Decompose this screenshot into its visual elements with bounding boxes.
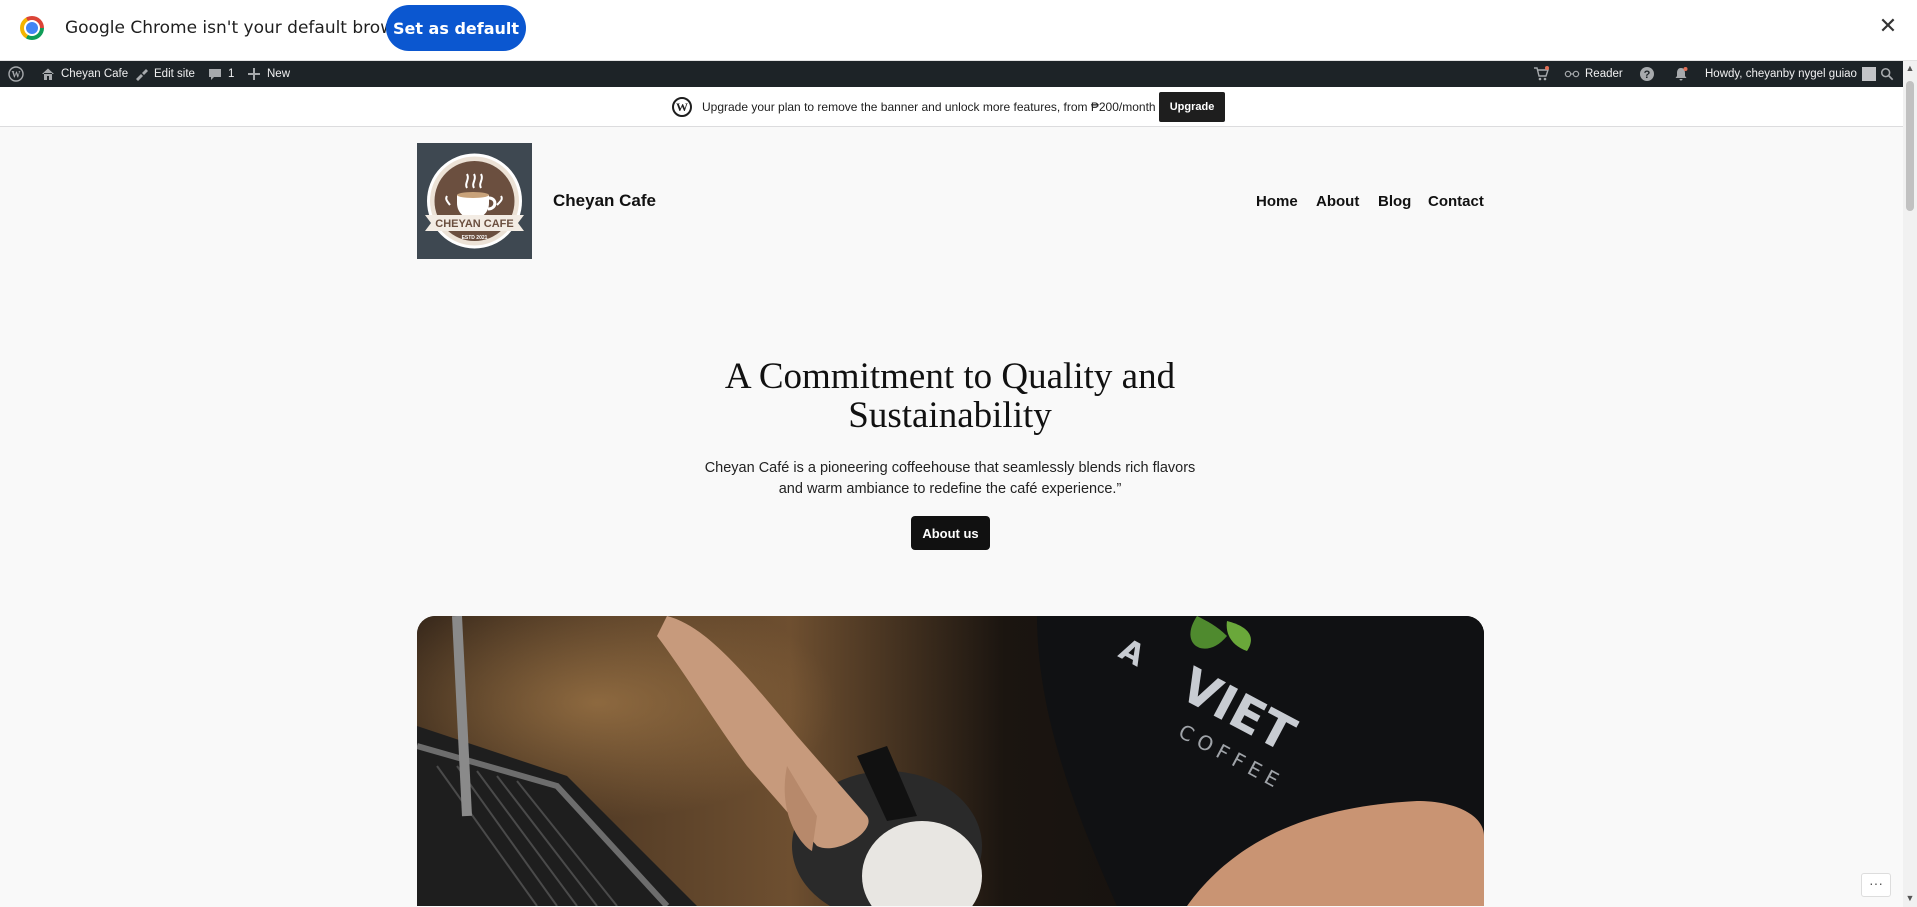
edit-site-link[interactable]: Edit site [133,61,195,87]
plus-icon [246,66,262,82]
account-menu[interactable]: Howdy, cheyanby nygel guiao [1705,61,1876,87]
scrollbar-thumb[interactable] [1906,81,1914,211]
reader-glasses-icon [1564,66,1580,82]
nav-home[interactable]: Home [1256,193,1298,210]
more-options-icon[interactable]: ··· [1861,873,1891,897]
set-as-default-button[interactable]: Set as default [386,5,526,51]
comments-count: 1 [228,68,235,80]
close-icon[interactable]: ✕ [1876,14,1900,38]
svg-text:ESTD 2021: ESTD 2021 [462,235,488,241]
admin-bar-site-link[interactable]: Cheyan Cafe [40,61,128,87]
admin-bar-site-name: Cheyan Cafe [61,68,129,80]
site-title[interactable]: Cheyan Cafe [553,191,656,211]
avatar [1861,67,1876,81]
svg-text:CHEYAN CAFE: CHEYAN CAFE [435,218,513,230]
notifications-bell-icon[interactable] [1673,61,1689,87]
edit-site-label: Edit site [154,68,195,80]
comment-icon [207,66,223,82]
site-logo[interactable]: CHEYAN CAFE ESTD 2021 [417,143,532,259]
scroll-down-arrow-icon[interactable]: ▼ [1905,893,1915,903]
wordpress-logo-icon[interactable]: W [8,61,24,87]
cart-icon[interactable] [1533,61,1549,87]
svg-text:W: W [12,70,21,80]
new-label: New [267,68,291,80]
new-content-link[interactable]: New [246,61,290,87]
scroll-up-arrow-icon[interactable]: ▲ [1905,63,1915,73]
chrome-default-browser-infobar: Google Chrome isn't your default browser… [0,0,1917,61]
page-scrollbar[interactable]: ▲ ▼ [1903,61,1917,907]
home-icon [40,66,56,82]
about-us-button[interactable]: About us [911,516,990,550]
search-icon[interactable] [1880,61,1894,87]
nav-about[interactable]: About [1316,193,1359,210]
nav-blog[interactable]: Blog [1378,193,1411,210]
comments-link[interactable]: 1 [207,61,234,87]
wordpress-logo-icon: W [672,97,692,117]
hero-title: A Commitment to Quality and Sustainabili… [724,356,1176,436]
brush-icon [133,66,149,82]
reader-label: Reader [1585,68,1623,80]
nav-contact[interactable]: Contact [1428,193,1484,210]
cheyan-cafe-logo-image: CHEYAN CAFE ESTD 2021 [425,153,524,249]
hero-description: Cheyan Café is a pioneering coffeehouse … [704,460,1196,497]
infobar-message: Google Chrome isn't your default browser [65,18,421,38]
chrome-logo-icon [20,16,44,40]
hero-image: VIET A C O F F E E [417,616,1484,906]
svg-text:?: ? [1644,69,1651,81]
upgrade-button[interactable]: Upgrade [1159,92,1225,122]
upgrade-banner-text: Upgrade your plan to remove the banner a… [702,100,1156,114]
help-icon[interactable]: ? [1639,61,1655,87]
wp-admin-bar: W Cheyan Cafe Edit site 1 New Reader ? H… [0,61,1917,87]
upgrade-banner: W Upgrade your plan to remove the banner… [0,87,1917,127]
howdy-label: Howdy, cheyanby nygel guiao [1705,68,1857,80]
reader-link[interactable]: Reader [1564,61,1623,87]
